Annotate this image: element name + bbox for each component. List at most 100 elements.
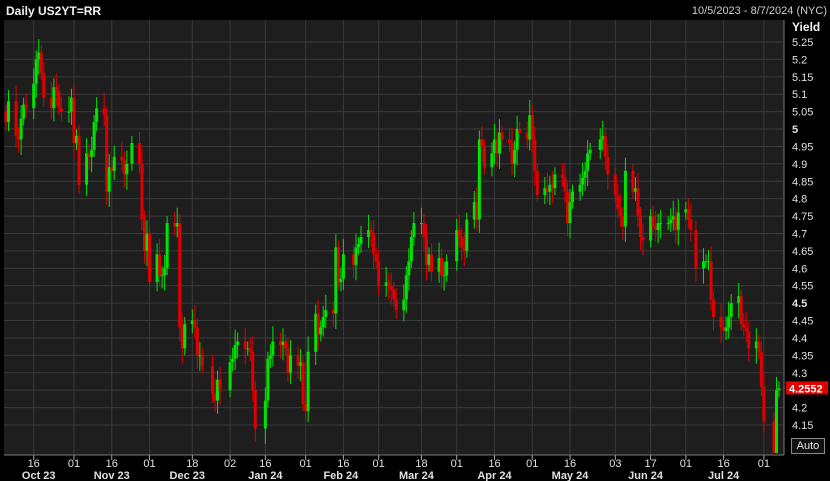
candle-body [271,341,275,356]
candle-body [14,101,18,137]
candle-body [445,261,449,276]
auto-scale-button[interactable]: Auto [791,438,825,454]
candle-body [686,209,690,220]
candle-body [92,122,96,150]
candle-body [228,362,232,391]
candle-body [744,327,748,331]
x-month-label: Jul 24 [708,470,740,481]
y-tick-label: 4.95 [792,141,813,153]
x-tick-label: 16 [564,458,576,470]
x-tick-label: 01 [300,458,312,470]
candle-body [701,261,705,269]
candle-body [39,52,43,74]
candle-body [289,355,293,373]
candle-body [639,216,643,237]
candle-body [165,223,169,269]
candle-body [709,261,713,300]
x-tick-label: 18 [415,458,427,470]
candle-body [774,390,778,453]
candle-body [407,261,411,276]
candle-body [321,317,325,328]
candle-body [623,170,627,227]
candle-body [402,299,406,311]
candle-body [712,299,716,318]
x-tick-label: 01 [373,458,385,470]
candle-body [341,254,345,279]
candle-body [742,324,746,328]
candle-body [59,108,63,112]
candle-body [571,191,575,203]
candle-body [268,355,272,359]
candle-body [102,108,106,116]
candle-body [233,344,237,359]
candle-body [218,379,222,391]
candle-body [160,275,164,277]
x-month-label: May 24 [552,470,590,481]
candle-body [357,243,361,248]
candle-body [178,223,182,328]
x-tick-label: 01 [680,458,692,470]
y-tick-label: 4.5 [792,298,807,310]
y-tick-label: 4.15 [792,420,813,432]
x-tick-label: 01 [68,458,80,470]
candle-body [606,156,610,175]
candle-body [107,167,111,192]
candle-body [301,362,305,405]
candlestick-chart[interactable]: 5.25 5.2 5.15 5.1 5.05 5 4.95 4.9 4.85 4.8 4.75 4.7… [0,0,830,481]
candle-body [324,310,328,318]
y-tick-label: 4.9 [792,159,807,171]
candle-body [613,174,617,196]
candle-body [7,101,11,123]
candle-body [34,59,38,84]
x-month-label: Feb 24 [323,470,359,481]
x-tick-label: 01 [758,458,770,470]
x-month-label: Jan 24 [248,470,283,481]
candle-body [490,153,494,168]
x-tick-label: 01 [526,458,538,470]
candle-body [518,129,522,133]
candle-body [618,209,622,217]
candle-body [533,139,537,171]
candle-body [563,177,567,192]
candle-body [603,136,607,157]
candle-body [19,118,23,140]
candle-body [422,223,426,237]
candle-body [183,324,187,349]
x-month-label: Dec 23 [170,470,205,481]
x-tick-label: 16 [28,458,40,470]
y-axis-label: Yield [792,20,820,34]
candle-body [263,400,267,429]
candle-body [777,388,781,391]
candle-body [112,156,116,171]
candle-body [354,247,358,265]
candle-body [651,216,655,227]
y-tick-label: 5.05 [792,107,813,119]
candle-body [377,261,381,286]
y-tick-label: 5 [792,124,798,136]
candle-body [24,104,28,109]
candle-body [231,358,235,363]
candle-body [283,341,287,349]
candle-body [193,320,197,328]
candle-body [553,174,557,189]
candle-body [163,268,167,276]
candle-body [689,219,693,231]
candle-body [694,230,698,269]
y-tick-label: 4.7 [792,229,807,241]
x-month-label: Jun 24 [628,470,664,481]
candle-body [669,219,673,224]
candle-body [762,386,766,422]
y-tick-label: 4.3 [792,368,807,380]
candle-body [719,317,723,328]
candle-body [724,327,728,331]
candle-body [32,83,36,109]
candle-body [392,289,396,300]
x-month-label: Oct 23 [22,470,56,481]
candle-body [130,142,134,164]
candle-body [200,355,204,366]
x-tick-label: 18 [186,458,198,470]
last-price: 4.2552 [789,383,823,395]
candle-body [120,156,124,161]
candle-body [336,247,340,283]
candle-body [568,202,572,224]
